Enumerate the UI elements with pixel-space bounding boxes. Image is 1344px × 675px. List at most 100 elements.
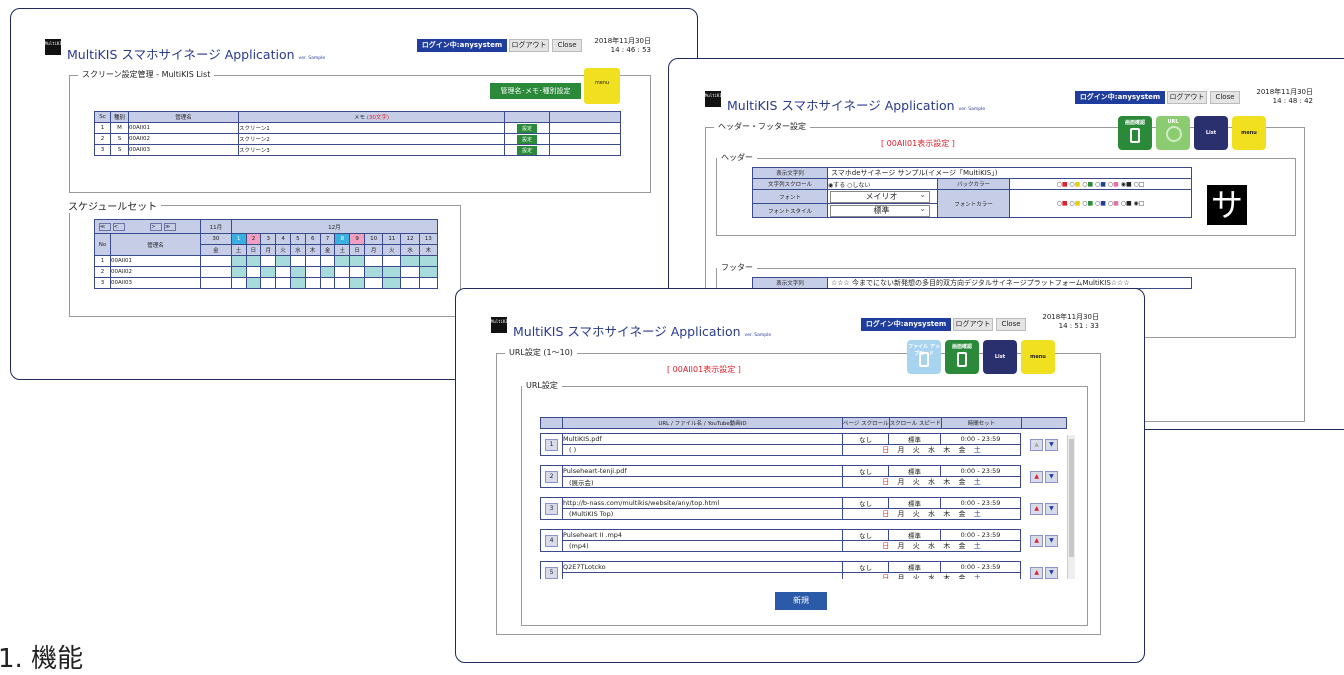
menu-tile[interactable]: menu [584, 68, 620, 104]
new-button[interactable]: 新規 [775, 592, 827, 610]
header-fieldset: ヘッダー 表示文字列 スマホdeサイネージ サンプル(イメージ「MultiKIS」… [716, 152, 1296, 236]
table-row: 1 M 00AII01 スクリーン1 設定 [94, 122, 621, 134]
move-up-button[interactable]: ▲ [1030, 438, 1044, 451]
url-settings-fieldset: URL設定 (1〜10) [ 00AII01表示設定 ] ファイル アップロード… [496, 340, 1101, 635]
url-cell[interactable]: http://b-nass.com/multikis/website/any/t… [562, 497, 843, 509]
url-cell[interactable]: Q2E7TLotcko [562, 561, 843, 573]
prev-page-button[interactable]: < [112, 222, 125, 231]
logout-button[interactable]: ログアウト [509, 39, 549, 52]
footer-legend: フッター [717, 262, 757, 273]
logout-button[interactable]: ログアウト [1167, 91, 1207, 104]
fieldset-legend: スクリーン設定管理 - MultiKIS List [78, 69, 215, 80]
scrollbar[interactable] [1067, 435, 1075, 579]
screen-settings-fieldset: スクリーン設定管理 - MultiKIS List 管理名･メモ･種別設定 me… [69, 68, 651, 193]
menu-tile[interactable]: menu [1232, 116, 1266, 150]
memo-cell[interactable]: (mp4) [562, 540, 843, 552]
table-row: 4 Pulseheart II .mp4 なし 標準 0:00 - 23:59 … [540, 529, 1067, 552]
move-up-button[interactable]: ▲ [1030, 534, 1044, 547]
preview-tile[interactable]: 画面確認 [945, 340, 979, 374]
url-list-fieldset: URL設定 URL / ファイル名 / YouTube動画ID ページ スクロール… [521, 380, 1088, 626]
table-row: 2 S 00AII02 スクリーン2 設定 [94, 133, 621, 145]
datetime: 2018年11月30日 14 : 48 : 42 [1256, 88, 1313, 105]
phone-icon [919, 352, 929, 367]
url-list-legend: URL設定 [522, 380, 562, 391]
menu-tile[interactable]: menu [1021, 340, 1055, 374]
url-cell[interactable]: Pulseheart II .mp4 [562, 529, 843, 541]
weekday-selector[interactable]: 日 月 火 水 木 金 土 [842, 540, 1021, 552]
move-up-button[interactable]: ▲ [1030, 566, 1044, 579]
move-down-button[interactable]: ▼ [1044, 502, 1058, 515]
footer-text-input[interactable]: ☆☆☆ 今までにない新発想の多目的双方向デジタルサイネージプラットフォームMul… [827, 277, 1192, 289]
phone-icon [1130, 128, 1140, 143]
move-down-button[interactable]: ▼ [1044, 534, 1058, 547]
table-row: 3 S 00AII03 スクリーン3 設定 [94, 144, 621, 156]
globe-icon [1166, 126, 1182, 142]
fieldset-legend: URL設定 (1〜10) [505, 347, 577, 358]
list-tile[interactable]: List [983, 340, 1017, 374]
schedule-row: 3 00AII03 [94, 277, 439, 289]
fieldset-legend: ヘッダー・フッター設定 [714, 121, 810, 132]
memo-cell[interactable]: (MultiKIS Top) [562, 508, 843, 520]
settings-button[interactable]: 設定 [516, 145, 537, 155]
schedule-legend: スケジュールセット [64, 198, 162, 213]
datetime: 2018年11月30日 14 : 51 : 33 [1042, 313, 1099, 330]
row-number-button[interactable]: 2 [545, 470, 558, 483]
schedule-fieldset: スケジュールセット ≪ < > ≫ 11月 12月 No 管理名 30 1 2 3 4 5 6 7… [64, 198, 461, 317]
memo-cell[interactable]: (展示会) [562, 476, 843, 488]
upload-tile[interactable]: ファイル アップロード [907, 340, 941, 374]
settings-button[interactable]: 設定 [516, 134, 537, 144]
logout-button[interactable]: ログアウト [953, 318, 993, 331]
row-number-button[interactable]: 4 [545, 534, 558, 547]
move-up-button[interactable]: ▲ [1030, 502, 1044, 515]
font-select[interactable]: メイリオ [830, 191, 930, 203]
weekday-selector[interactable]: 日 月 火 水 木 金 土 [842, 476, 1021, 488]
schedule-row: 1 00AII01 [94, 255, 439, 267]
close-button[interactable]: Close [996, 318, 1026, 331]
next-page-button[interactable]: > [150, 222, 163, 231]
edit-names-button[interactable]: 管理名･メモ･種別設定 [490, 83, 581, 99]
section-heading: [ 00AII01表示設定 ] [881, 139, 955, 148]
weekday-selector[interactable]: 日 月 火 水 木 金 土 [842, 444, 1021, 456]
bg-color-radios[interactable]: ○■ ○■ ○■ ○■ ○■ ◉■ ○□ [1009, 178, 1192, 190]
schedule-table: ≪ < > ≫ 11月 12月 No 管理名 30 1 2 3 4 5 6 7 8 9 10 11 12 13… [94, 219, 439, 289]
header-settings-table: 表示文字列 スマホdeサイネージ サンプル(イメージ「MultiKIS」) 文字列… [752, 167, 1192, 218]
list-tile[interactable]: List [1194, 116, 1228, 150]
font-style-select[interactable]: 標準 [830, 205, 930, 217]
section-heading: [ 00AII01表示設定 ] [667, 365, 741, 374]
move-up-button[interactable]: ▲ [1030, 470, 1044, 483]
memo-cell[interactable] [562, 572, 843, 579]
settings-button[interactable]: 設定 [516, 123, 537, 133]
app-logo: MultiKIS [491, 317, 510, 333]
move-down-button[interactable]: ▼ [1044, 438, 1058, 451]
row-number-button[interactable]: 3 [545, 502, 558, 515]
last-page-button[interactable]: ≫ [164, 222, 176, 231]
url-cell[interactable]: MultiKIS.pdf [562, 433, 843, 445]
preview-tile[interactable]: 画面確認 [1118, 116, 1152, 150]
close-button[interactable]: Close [552, 39, 582, 52]
memo-cell[interactable]: ( ) [562, 444, 843, 456]
login-user-button[interactable]: ログイン中:anysystem [1075, 91, 1165, 104]
row-number-button[interactable]: 1 [545, 438, 558, 451]
scroll-radio[interactable]: ◉する ○しない [827, 178, 938, 190]
weekday-selector[interactable]: 日 月 火 水 木 金 土 [842, 508, 1021, 520]
url-list-scroll[interactable]: URL / ファイル名 / YouTube動画ID ページ スクロール スクロール … [540, 417, 1075, 579]
url-tile[interactable]: URL [1156, 116, 1190, 150]
move-down-button[interactable]: ▼ [1044, 470, 1058, 483]
close-button[interactable]: Close [1210, 91, 1240, 104]
font-color-radios[interactable]: ○■ ○■ ○■ ○■ ○■ ○■ ◉□ [1009, 189, 1192, 218]
phone-icon [957, 352, 967, 367]
url-cell[interactable]: Pulseheart-tenji.pdf [562, 465, 843, 477]
table-row: 3 http://b-nass.com/multikis/website/any… [540, 497, 1067, 520]
login-user-button[interactable]: ログイン中:anysystem [861, 318, 951, 331]
url-table: URL / ファイル名 / YouTube動画ID ページ スクロール スクロール … [540, 417, 1068, 429]
screen-table: Sc 種別 管理名 メモ (30文字) 1 M 00AII01 スクリーン1 設定 2 S 00A… [94, 111, 621, 156]
header-legend: ヘッダー [717, 152, 757, 163]
move-down-button[interactable]: ▼ [1044, 566, 1058, 579]
header-text-input[interactable]: スマホdeサイネージ サンプル(イメージ「MultiKIS」) [827, 167, 1192, 179]
first-page-button[interactable]: ≪ [99, 222, 111, 231]
login-user-button[interactable]: ログイン中:anysystem [417, 39, 507, 52]
weekday-selector[interactable]: 日 月 火 水 木 金 土 [842, 572, 1021, 579]
row-number-button[interactable]: 5 [545, 566, 558, 579]
datetime: 2018年11月30日 14 : 46 : 53 [594, 37, 651, 54]
schedule-row: 2 00AII02 [94, 266, 439, 278]
